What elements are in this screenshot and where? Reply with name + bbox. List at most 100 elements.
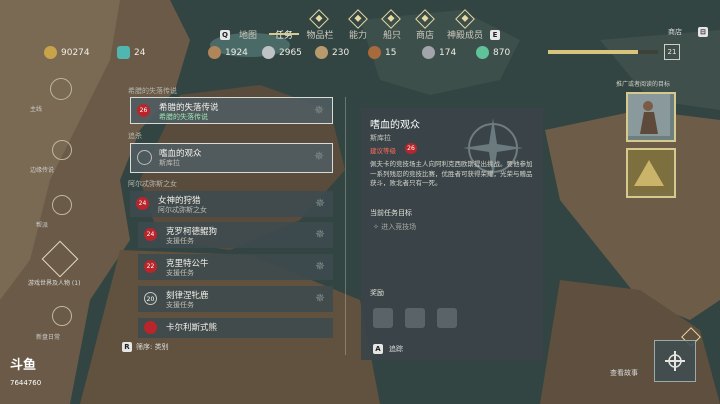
quest-emblem-icon: ✵ bbox=[313, 103, 324, 117]
silver-counter: 174 bbox=[422, 46, 456, 59]
character-portrait-2[interactable] bbox=[626, 148, 676, 198]
player-level-badge: 21 bbox=[664, 44, 680, 60]
quest-subtitle: 支援任务 bbox=[166, 269, 194, 277]
tent-portrait-icon bbox=[628, 150, 670, 192]
active-tab-indicator bbox=[269, 33, 299, 35]
quest-emblem-icon: ✵ bbox=[314, 259, 325, 273]
drachmae-counter: 90274 bbox=[44, 46, 90, 59]
menu-label: 新盘日常 bbox=[36, 334, 61, 341]
quest-item[interactable]: 22 克里特公牛 支援任务 ✵ bbox=[138, 254, 333, 280]
reward-item-icon[interactable] bbox=[373, 308, 393, 328]
quest-subtitle: 阿尔忒弥斯之女 bbox=[158, 206, 207, 214]
nav-alert-icon bbox=[348, 9, 368, 29]
sort-key-icon: R bbox=[122, 342, 132, 352]
xp-bar-fill bbox=[548, 50, 639, 54]
quest-level-badge: 20 bbox=[144, 292, 157, 305]
bronze-counter: 15 bbox=[368, 46, 396, 59]
detail-description: 佩夫卡的竞技场主人向阿利克西欧斯提出挑战。要他参加一系列残忍的竞技比赛，优胜者可… bbox=[370, 160, 533, 187]
quest-title: 卡尔利斯式熊 bbox=[166, 323, 218, 333]
quest-level-badge: 24 bbox=[136, 197, 149, 210]
tab-cultists[interactable]: 神殿成员 bbox=[445, 28, 485, 41]
objectives-heading: 当前任务目标 bbox=[370, 209, 412, 217]
quest-level-badge: 24 bbox=[144, 228, 157, 241]
nav-right-key: E bbox=[490, 30, 500, 40]
rewards-heading: 奖励 bbox=[370, 289, 384, 297]
menu-icon-main[interactable] bbox=[50, 78, 72, 100]
quest-item-selected[interactable]: 嗜血的观众 斯库拉 ✵ bbox=[130, 143, 333, 173]
quest-emblem-icon: ✵ bbox=[314, 227, 325, 241]
objective-item: ✧ 进入竞技场 bbox=[373, 223, 417, 231]
tab-map[interactable]: 地图 bbox=[228, 28, 268, 41]
reward-item-icon[interactable] bbox=[405, 308, 425, 328]
shop-key-icon: ⊟ bbox=[698, 27, 708, 37]
menu-label: 帮派 bbox=[36, 222, 49, 229]
quest-level-badge: 22 bbox=[144, 260, 157, 273]
character-portrait-1[interactable] bbox=[626, 92, 676, 142]
quest-detail-panel: 嗜血的观众 斯库拉 建议等级 26 佩夫卡的竞技场主人向阿利克西欧斯提出挑战。要… bbox=[361, 108, 543, 360]
crystal-icon bbox=[476, 46, 489, 59]
panel-divider bbox=[345, 97, 346, 355]
detail-level-badge: 26 bbox=[405, 143, 417, 154]
track-key-icon: A bbox=[373, 344, 383, 354]
menu-label: 游戏世界及人物 (1) bbox=[28, 280, 81, 287]
category-label: 阿尔忒弥斯之女 bbox=[128, 180, 177, 188]
menu-icon-faction[interactable] bbox=[52, 195, 72, 215]
quest-level-badge bbox=[144, 321, 157, 334]
map-toggle-button[interactable] bbox=[654, 340, 696, 382]
xp-bar bbox=[548, 50, 658, 54]
quest-subtitle: 支援任务 bbox=[166, 301, 194, 309]
tab-store[interactable]: 商店 bbox=[405, 28, 445, 41]
iron-counter: 2965 bbox=[262, 46, 302, 59]
menu-icon-daily[interactable] bbox=[52, 306, 72, 326]
gem-icon bbox=[117, 46, 130, 59]
detail-giver: 斯库拉 bbox=[370, 134, 391, 142]
category-label: 追杀 bbox=[128, 132, 142, 140]
quest-emblem-icon: ✵ bbox=[314, 196, 325, 210]
leather-counter: 230 bbox=[315, 46, 349, 59]
right-panel-heading: 推广或者阅读的目标 bbox=[616, 81, 671, 88]
navigate-icon bbox=[665, 351, 685, 371]
quest-item[interactable]: 卡尔利斯式熊 bbox=[138, 318, 333, 338]
detail-title: 嗜血的观众 bbox=[370, 120, 420, 131]
watermark-room: 7644760 bbox=[10, 379, 42, 387]
view-story-label[interactable]: 查看故事 bbox=[610, 368, 638, 378]
quest-subtitle: 支援任务 bbox=[166, 237, 194, 245]
warrior-portrait-icon bbox=[628, 94, 670, 136]
drachmae-icon bbox=[44, 46, 57, 59]
crystal-counter: 870 bbox=[476, 46, 510, 59]
quest-level-badge: 26 bbox=[137, 104, 150, 117]
nav-alert-icon bbox=[381, 9, 401, 29]
bronze-icon bbox=[368, 46, 381, 59]
iron-icon bbox=[262, 46, 275, 59]
stream-watermark: 斗鱼 7644760 bbox=[10, 354, 41, 387]
quest-item[interactable]: 26 希腊的失落传说 希腊的失落传说 ✵ bbox=[130, 97, 333, 124]
watermark-brand: 斗鱼 bbox=[10, 358, 37, 373]
wood-counter: 1924 bbox=[208, 46, 248, 59]
menu-icon-legends[interactable] bbox=[52, 140, 72, 160]
shop-label[interactable]: 商店 bbox=[668, 27, 682, 37]
top-nav-bar: Q 地图 任务 物品栏 能力 船只 商店 神殿成员 E 商店 ⊟ bbox=[0, 0, 720, 41]
nav-alert-icon bbox=[415, 9, 435, 29]
world-map-background bbox=[0, 0, 720, 404]
quest-item[interactable]: 24 女神的狩猎 阿尔忒弥斯之女 ✵ bbox=[130, 191, 333, 217]
track-label[interactable]: 追踪 bbox=[389, 344, 403, 354]
menu-label: 主线 bbox=[30, 106, 43, 113]
nav-alert-icon bbox=[455, 9, 475, 29]
menu-label: 边缘传说 bbox=[30, 167, 55, 174]
tab-inventory[interactable]: 物品栏 bbox=[300, 28, 340, 41]
quest-emblem-icon: ✵ bbox=[314, 291, 325, 305]
reward-item-icon[interactable] bbox=[437, 308, 457, 328]
quest-item[interactable]: 24 克罗柯德鲲狗 支援任务 ✵ bbox=[138, 222, 333, 248]
leather-icon bbox=[315, 46, 328, 59]
quest-subtitle: 斯库拉 bbox=[159, 159, 180, 167]
quest-subtitle: 希腊的失落传说 bbox=[159, 113, 208, 121]
nav-alert-icon bbox=[309, 9, 329, 29]
sort-label[interactable]: 筛序: 类别 bbox=[136, 342, 169, 352]
quest-level-badge bbox=[137, 150, 152, 165]
wood-icon bbox=[208, 46, 221, 59]
category-label: 希腊的失落传说 bbox=[128, 87, 177, 95]
gems-counter: 24 bbox=[117, 46, 145, 59]
silver-icon bbox=[422, 46, 435, 59]
detail-tag: 建议等级 bbox=[370, 147, 396, 155]
quest-item[interactable]: 20 刻律涅牝鹿 支援任务 ✵ bbox=[138, 286, 333, 312]
